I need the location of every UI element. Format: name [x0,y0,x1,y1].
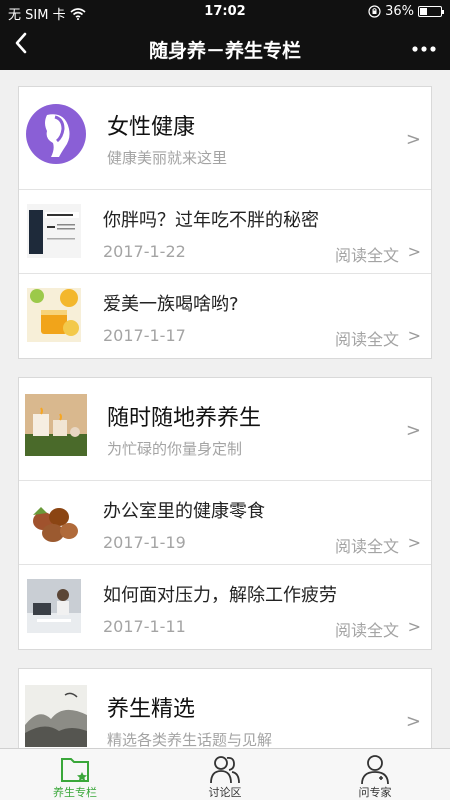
honey-lemon-thumbnail [27,288,81,342]
doctor-icon [361,755,389,785]
section-header[interactable]: 养生精选 精选各类养生话题与见解 > [19,669,431,748]
tab-discussion[interactable]: 讨论区 [150,749,300,800]
article-row[interactable]: 爱美一族喝啥哟? 2017-1-17 阅读全文 > [19,274,431,358]
bmi-chart-thumbnail [27,204,81,258]
article-row[interactable]: 办公室里的健康零食 2017-1-19 阅读全文 > [19,481,431,565]
chevron-right-icon: > [407,242,421,261]
read-more-link[interactable]: 阅读全文 [335,617,399,641]
battery-fill [420,8,428,15]
article-date: 2017-1-17 [103,326,186,345]
article-title: 如何面对压力，解除工作疲劳 [103,585,337,606]
article-title: 爱美一族喝啥哟? [103,294,239,315]
tab-wellness-column[interactable]: 养生专栏 [0,749,150,800]
article-date: 2017-1-11 [103,617,186,636]
section-card-selected: 养生精选 精选各类养生话题与见解 > [18,668,432,748]
article-row[interactable]: 你胖吗？过年吃不胖的秘密 2017-1-22 阅读全文 > [19,190,431,274]
section-subtitle: 精选各类养生话题与见解 [107,731,273,748]
tab-label: 问专家 [358,786,392,799]
ink-landscape-thumbnail [25,685,87,747]
chevron-right-icon: > [405,711,421,732]
section-title: 女性健康 [107,115,196,140]
office-work-thumbnail [27,579,81,633]
tab-bar: 养生专栏 讨论区 问专家 [0,748,450,800]
folder-star-icon [61,758,89,782]
article-title: 你胖吗？过年吃不胖的秘密 [103,210,319,231]
article-date: 2017-1-19 [103,533,186,552]
section-title: 养生精选 [107,697,196,722]
tab-ask-expert[interactable]: 问专家 [300,749,450,800]
section-title: 随时随地养养生 [107,406,262,431]
users-icon [210,756,240,784]
section-card-womens-health: 女性健康 健康美丽就来这里 > 你胖吗？过年吃不胖的秘密 2017-1-22 阅… [18,86,432,359]
read-more-link[interactable]: 阅读全文 [335,242,399,266]
content-scroll[interactable]: 女性健康 健康美丽就来这里 > 你胖吗？过年吃不胖的秘密 2017-1-22 阅… [0,70,450,748]
article-row[interactable]: 如何面对压力，解除工作疲劳 2017-1-11 阅读全文 > [19,565,431,649]
hazelnuts-thumbnail [27,495,81,549]
chevron-right-icon: > [407,326,421,345]
status-bar: 无 SIM 卡 17:02 36% [0,0,450,24]
article-title: 办公室里的健康零食 [103,501,265,522]
spa-candles-thumbnail [25,394,87,456]
tab-label: 养生专栏 [53,786,97,799]
article-date: 2017-1-22 [103,242,186,261]
chevron-right-icon: > [405,420,421,441]
read-more-link[interactable]: 阅读全文 [335,533,399,557]
chevron-right-icon: > [407,617,421,636]
section-header[interactable]: 随时随地养养生 为忙碌的你量身定制 > [19,378,431,481]
chevron-right-icon: > [407,533,421,552]
section-header[interactable]: 女性健康 健康美丽就来这里 > [19,87,431,190]
section-card-anytime-wellness: 随时随地养养生 为忙碌的你量身定制 > 办公室里的健康零食 2017-1-19 … [18,377,432,650]
chevron-right-icon: > [405,129,421,150]
rotation-lock-icon [368,5,381,18]
more-dots-icon[interactable] [412,34,436,59]
section-subtitle: 为忙碌的你量身定制 [107,440,243,458]
battery-icon [418,6,444,17]
read-more-link[interactable]: 阅读全文 [335,326,399,350]
section-subtitle: 健康美丽就来这里 [107,149,228,167]
page-title: 随身养－养生专栏 [148,40,301,62]
female-profile-icon [26,104,86,164]
nav-bar: 随身养－养生专栏 [0,24,450,70]
status-right: 36% [368,4,444,19]
tab-label: 讨论区 [208,786,242,799]
battery-percent: 36% [385,4,414,19]
